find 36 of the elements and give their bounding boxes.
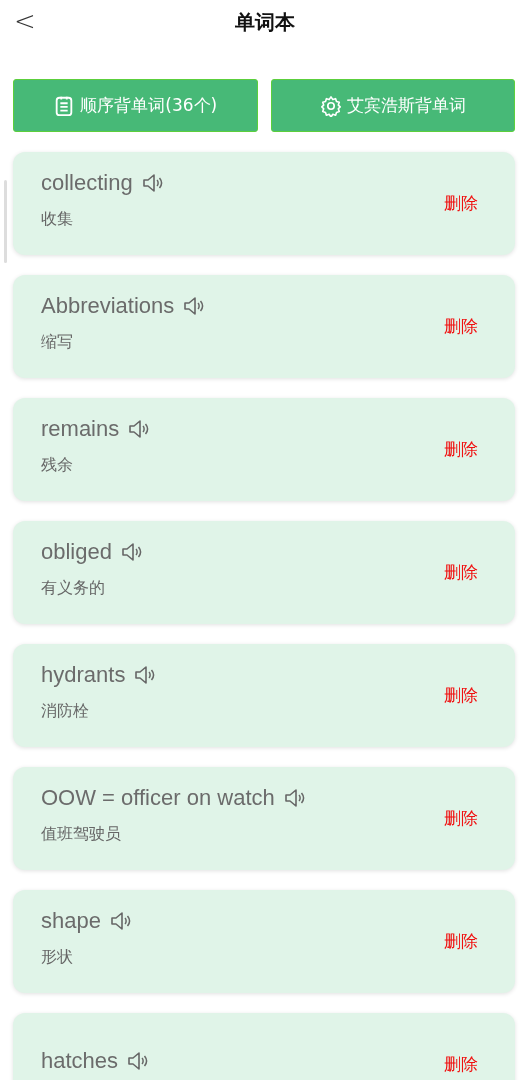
word-text: hydrants	[41, 661, 126, 688]
speaker-icon	[282, 786, 305, 809]
word-text: hatches	[41, 1047, 119, 1074]
study-button[interactable]: 艾宾浩斯背单词	[270, 79, 515, 132]
delete-link[interactable]: 删除	[444, 315, 478, 338]
meaning-text: 消防栓	[41, 700, 90, 722]
delete-link[interactable]: 删除	[444, 807, 478, 830]
word-text: OOW = officer on watch	[41, 784, 275, 811]
word-text: collecting	[41, 169, 133, 196]
study-button[interactable]: 顺序背单词(36个)	[13, 79, 258, 132]
word-text: shape	[41, 907, 101, 934]
speaker-icon	[119, 540, 142, 563]
settings-icon	[319, 94, 342, 117]
speaker-icon	[108, 909, 131, 932]
meaning-text: 缩写	[41, 331, 74, 353]
delete-link[interactable]: 删除	[444, 684, 478, 707]
delete-link[interactable]: 删除	[444, 1053, 478, 1076]
speaker-icon	[133, 663, 156, 686]
page-title: 单词本	[234, 9, 295, 36]
speaker-icon	[126, 1049, 149, 1072]
delete-link[interactable]: 删除	[444, 192, 478, 215]
meaning-text: 残余	[41, 454, 74, 476]
meaning-text: 形状	[41, 946, 74, 968]
speaker-icon	[182, 294, 205, 317]
word-text: remains	[41, 415, 120, 442]
word-text: Abbreviations	[41, 292, 175, 319]
delete-link[interactable]: 删除	[444, 930, 478, 953]
delete-link[interactable]: 删除	[444, 561, 478, 584]
meaning-text: 值班驾驶员	[41, 823, 122, 845]
delete-link[interactable]: 删除	[444, 438, 478, 461]
meaning-text: 有义务的	[41, 577, 106, 599]
speaker-icon	[140, 171, 163, 194]
word-text: obliged	[41, 538, 112, 565]
meaning-text: 收集	[41, 208, 74, 230]
back-button[interactable]: <	[10, 6, 40, 36]
speaker-icon	[127, 417, 150, 440]
